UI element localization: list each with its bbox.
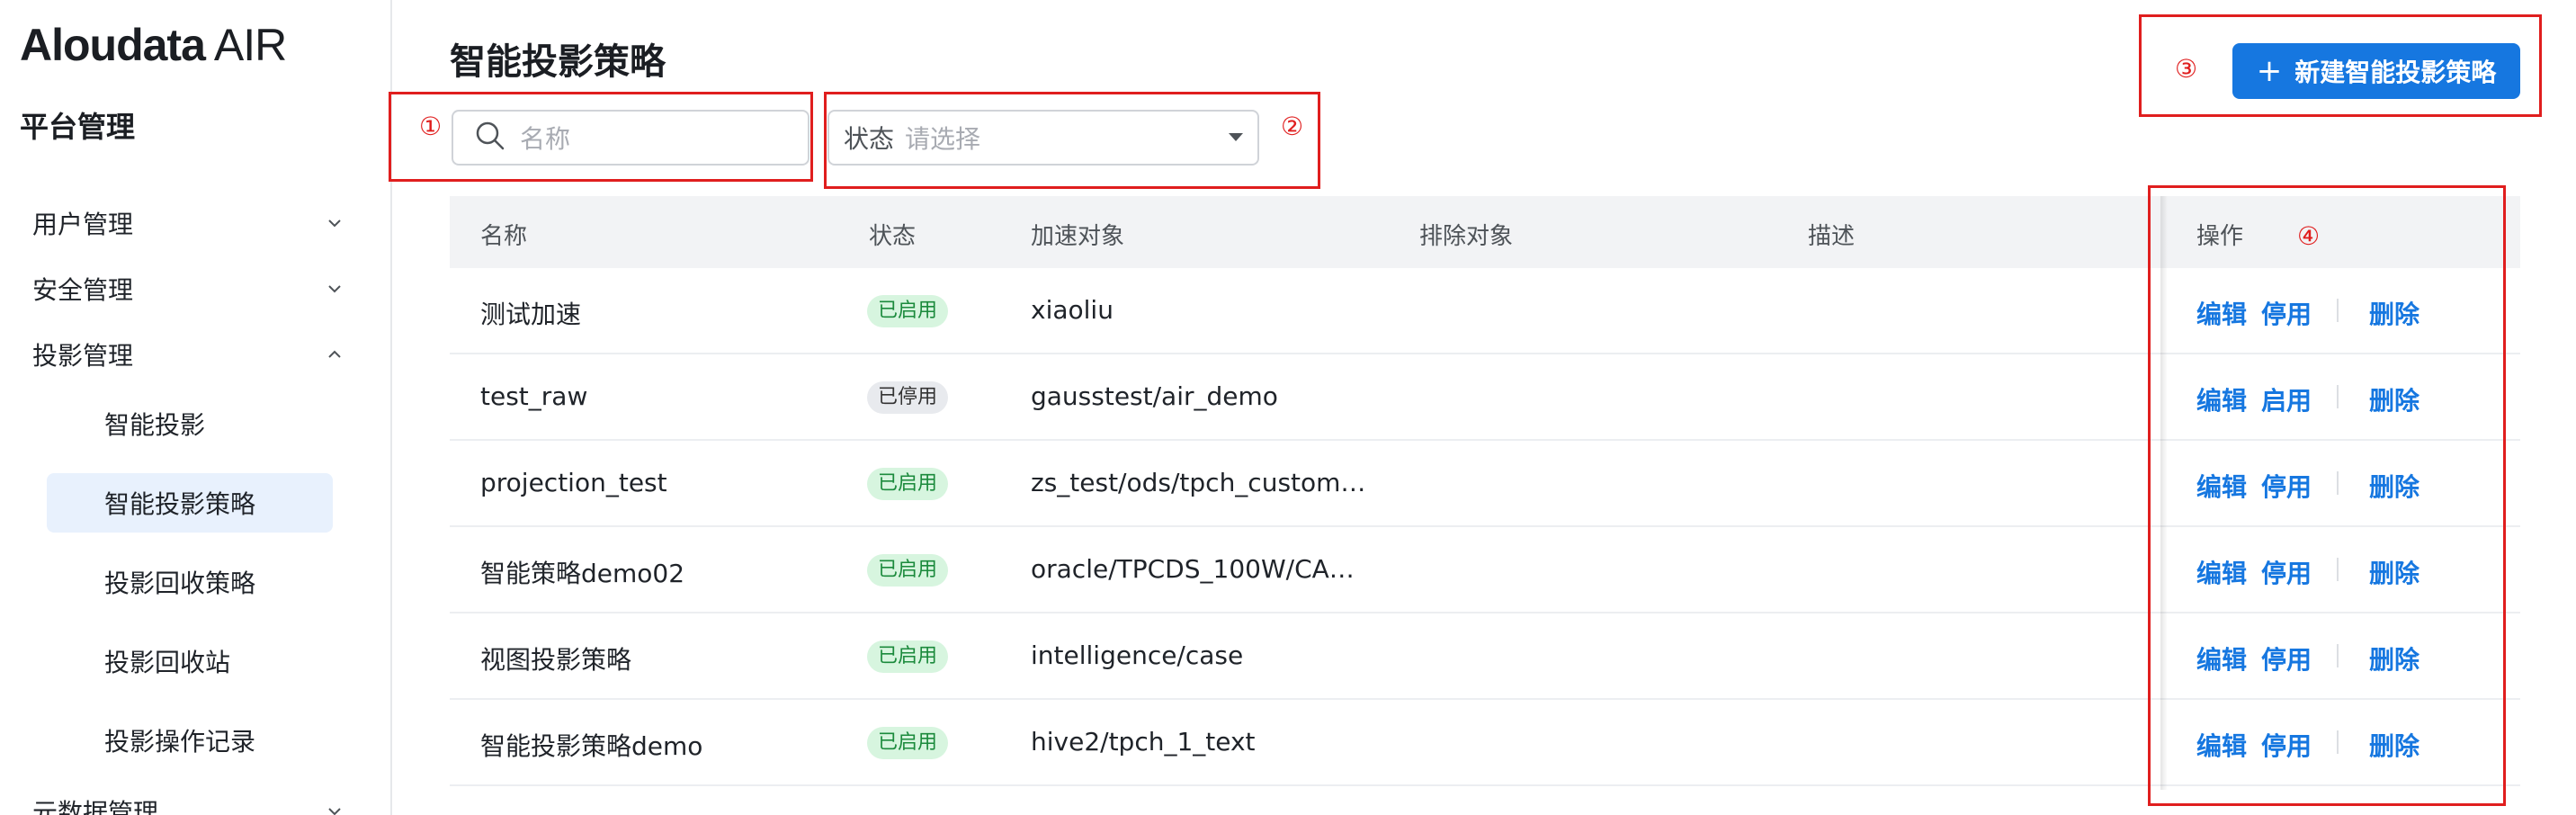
annotation-number-4: ④ — [2297, 221, 2321, 251]
menu-item-label: 安全管理 — [32, 275, 134, 305]
row-name: test_raw — [480, 381, 588, 411]
annotation-number-1: ① — [419, 112, 443, 141]
annotation-box-4 — [2148, 185, 2506, 806]
submenu-item-smart-projection[interactable]: 智能投影 — [47, 394, 333, 453]
chevron-down-icon — [322, 799, 347, 815]
column-header-exclude: 排除对象 — [1419, 223, 1514, 250]
app-logo[interactable]: Aloudata AIR — [20, 20, 287, 70]
status-badge: 已启用 — [867, 468, 949, 500]
row-name: 智能投影策略demo — [480, 731, 703, 761]
row-target: gausstest/air_demo — [1031, 381, 1278, 411]
column-header-name: 名称 — [480, 223, 528, 250]
submenu-item-projection-recycle-policy[interactable]: 投影回收策略 — [47, 552, 333, 612]
chevron-up-icon — [322, 342, 347, 367]
row-target: oracle/TPCDS_100W/CA… — [1031, 554, 1355, 584]
submenu-item-smart-projection-policy[interactable]: 智能投影策略 — [47, 473, 333, 533]
menu-item-label: 元数据管理 — [32, 798, 159, 815]
status-badge: 已停用 — [867, 381, 949, 414]
sidebar: Aloudata AIR 平台管理 用户管理 安全管理 投影管理 智能投影 智能投… — [0, 0, 392, 815]
column-header-status: 状态 — [869, 223, 917, 250]
row-target: zs_test/ods/tpch_custom… — [1031, 468, 1366, 497]
sidebar-title: 平台管理 — [20, 110, 136, 144]
menu-item-label: 投影管理 — [32, 341, 134, 371]
annotation-number-2: ② — [1281, 112, 1304, 141]
submenu-item-projection-operation-log[interactable]: 投影操作记录 — [47, 711, 333, 770]
row-name: 视图投影策略 — [480, 645, 632, 675]
page-title: 智能投影策略 — [450, 41, 666, 83]
column-header-description: 描述 — [1808, 223, 1856, 250]
annotation-box-2 — [824, 92, 1320, 189]
menu-item-label: 用户管理 — [32, 210, 134, 239]
annotation-box-1 — [389, 92, 813, 182]
status-badge: 已启用 — [867, 727, 949, 759]
row-target: xiaoliu — [1031, 295, 1114, 325]
chevron-down-icon — [322, 276, 347, 301]
row-name: 智能策略demo02 — [480, 559, 685, 588]
status-badge: 已启用 — [867, 554, 949, 587]
chevron-down-icon — [322, 210, 347, 236]
row-name: projection_test — [480, 468, 667, 497]
column-header-target: 加速对象 — [1031, 223, 1125, 250]
product-name: AIR — [213, 20, 287, 70]
menu-item-user-management[interactable]: 用户管理 — [32, 198, 347, 248]
menu-item-projection-management[interactable]: 投影管理 — [32, 329, 347, 380]
brand-name: Aloudata — [20, 20, 206, 70]
row-target: hive2/tpch_1_text — [1031, 727, 1256, 757]
menu-item-security-management[interactable]: 安全管理 — [32, 264, 347, 314]
row-name: 测试加速 — [480, 300, 582, 329]
annotation-number-3: ③ — [2175, 54, 2198, 84]
status-badge: 已启用 — [867, 295, 949, 327]
annotation-box-3 — [2139, 14, 2542, 117]
row-target: intelligence/case — [1031, 640, 1244, 670]
status-badge: 已启用 — [867, 640, 949, 673]
submenu-item-projection-recycle-bin[interactable]: 投影回收站 — [47, 631, 333, 691]
menu-item-metadata-management[interactable]: 元数据管理 — [32, 786, 347, 815]
